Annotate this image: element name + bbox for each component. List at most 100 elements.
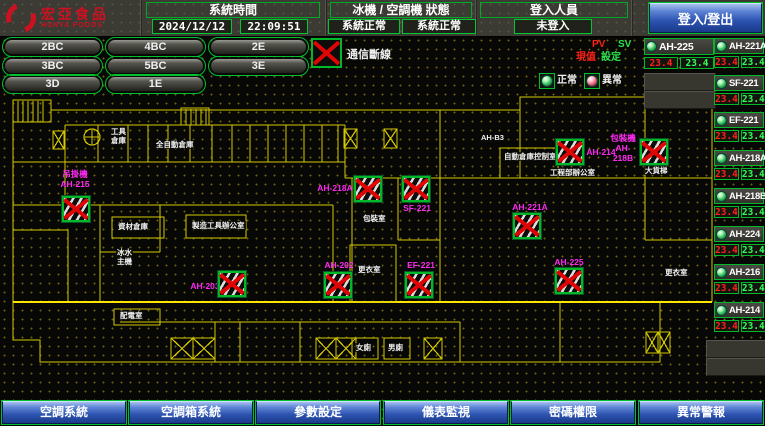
unit-status-led — [716, 115, 727, 126]
area-button-3e[interactable]: 3E — [210, 58, 307, 74]
empty-panel — [644, 73, 716, 91]
unit-panel-ah-224[interactable]: AH-224 23.423.4 — [714, 226, 764, 256]
hmi-screen: 工具 倉庫 全自動倉庫 AH-B3 自動倉庫控制室 工程部辦公室 包裝室 資材倉… — [0, 0, 765, 426]
unit-panel-ah-218b[interactable]: AH-218B 23.423.4 — [714, 188, 764, 218]
brand-logo-icon — [1, 0, 41, 38]
ahu-icon-offline[interactable] — [402, 176, 430, 202]
nav-ahu-system[interactable]: 空調箱系統 — [129, 401, 253, 424]
ahu-icon-offline[interactable] — [640, 139, 668, 165]
unit-panel-ah-225[interactable]: AH-225 23.4 23.4 — [644, 38, 714, 69]
room-label: 女廁 — [355, 343, 372, 352]
area-button-3d[interactable]: 3D — [4, 76, 101, 92]
room-label: 配電室 — [119, 311, 144, 320]
nav-hvac-system[interactable]: 空調系統 — [2, 401, 126, 424]
unit-sv-value: 23.4 — [741, 244, 765, 256]
unit-status-led — [716, 305, 727, 316]
unit-name: AH-214 — [729, 305, 760, 316]
area-button-5bc[interactable]: 5BC — [107, 58, 204, 74]
nav-parameter-setup[interactable]: 參數設定 — [256, 401, 380, 424]
unit-name: AH-218B — [729, 191, 765, 202]
ahu-icon-offline[interactable] — [556, 139, 584, 165]
unit-sv-value: 23.4 — [741, 282, 765, 294]
area-button-2bc[interactable]: 2BC — [4, 39, 101, 55]
unit-panel-ah-218a[interactable]: AH-218A 23.423.4 — [714, 150, 764, 180]
room-label: 冰水 主機 — [116, 248, 133, 266]
ahu-tag: AH-225 — [552, 258, 586, 268]
login-user-label: 登入人員 — [480, 2, 628, 18]
area-button-2e[interactable]: 2E — [210, 39, 307, 55]
unit-name: AH-221A — [729, 41, 765, 52]
unit-status-led — [716, 229, 727, 240]
nav-password-access[interactable]: 密碼權限 — [511, 401, 635, 424]
nav-meter-monitor[interactable]: 儀表監視 — [384, 401, 508, 424]
unit-pv-value: 23.4 — [714, 56, 739, 68]
header-divider — [631, 0, 633, 36]
unit-sv-value: 23.4 — [741, 168, 765, 180]
room-label: 工程部辦公室 — [549, 168, 596, 177]
area-button-1e[interactable]: 1E — [107, 76, 204, 92]
ahu-icon-offline[interactable] — [354, 176, 382, 202]
header-divider — [140, 0, 142, 36]
sv-label: SV — [618, 40, 631, 50]
brand-name-en: HUNYA FOODS — [41, 22, 109, 29]
area-button-3bc[interactable]: 3BC — [4, 58, 101, 74]
unit-status-led — [716, 267, 727, 278]
ahu-icon-offline[interactable] — [324, 272, 352, 298]
brand-name: 宏亞食品 — [41, 7, 109, 22]
unit-name: AH-216 — [729, 267, 760, 278]
header-divider — [325, 0, 327, 36]
empty-panel — [644, 91, 716, 109]
ahu-tag: AH-202 — [322, 261, 356, 271]
room-label: 包裝室 — [362, 214, 387, 223]
ahu-tag: 包裝機 AH-218B — [608, 134, 638, 163]
room-label: AH-B3 — [480, 133, 505, 142]
system-time-value: 22:09:51 — [240, 19, 308, 34]
unit-pv-value: 23.4 — [714, 168, 739, 180]
unit-sv-value: 23.4 — [741, 56, 765, 68]
ahu-icon-offline[interactable] — [62, 196, 90, 222]
unit-sv-value: 23.4 — [741, 206, 765, 218]
nav-abnormal-alarm[interactable]: 異常警報 — [639, 401, 763, 424]
room-label: 工具 倉庫 — [110, 127, 127, 145]
room-label: 男廁 — [387, 343, 404, 352]
unit-panel-ah-214[interactable]: AH-214 23.423.4 — [714, 302, 764, 332]
ahu-icon-offline[interactable] — [405, 272, 433, 298]
ahu-icon-offline[interactable] — [513, 213, 541, 239]
unit-panel-ah-221a[interactable]: AH-221A 23.423.4 — [714, 38, 764, 68]
login-logout-button[interactable]: 登入/登出 — [649, 3, 762, 33]
unit-panel-ef-221[interactable]: EF-221 23.423.4 — [714, 112, 764, 142]
ahu-icon-offline[interactable] — [555, 268, 583, 294]
unit-pv-value: 23.4 — [714, 93, 739, 105]
room-label: 更衣室 — [357, 265, 382, 274]
ahu-tag: AH-203 — [190, 282, 220, 292]
ac-status-value: 系統正常 — [402, 19, 476, 34]
room-label: 大貨梯 — [644, 166, 669, 175]
unit-panel-ah-216[interactable]: AH-216 23.423.4 — [714, 264, 764, 294]
unit-panel-sf-221[interactable]: SF-221 23.423.4 — [714, 75, 764, 105]
unit-pv-value: 23.4 — [714, 130, 739, 142]
room-label: 資材倉庫 — [117, 222, 149, 231]
unit-name: AH-218A — [729, 153, 765, 164]
area-button-4bc[interactable]: 4BC — [107, 39, 204, 55]
unit-status-led — [716, 78, 727, 89]
sv-name-label: 設定 — [601, 53, 621, 63]
unit-name: AH-225 — [659, 41, 693, 53]
normal-legend-label: 正常 — [557, 76, 577, 86]
ahu-tag-name: AH-218B — [608, 144, 638, 164]
ahu-tag-name: AH-215 — [56, 180, 94, 190]
ahu-tag: EF-221 — [404, 261, 438, 271]
empty-panel — [706, 340, 765, 358]
machine-status-label: 冰機 / 空調機 狀態 — [330, 2, 472, 18]
brand-logo: 宏亞食品 HUNYA FOODS — [6, 3, 109, 33]
chiller-status-value: 系統正常 — [328, 19, 400, 34]
room-label: 全自動倉庫 — [155, 140, 195, 149]
unit-pv-value: 23.4 — [714, 320, 739, 332]
unit-status-led — [716, 191, 727, 202]
ahu-icon-offline[interactable] — [218, 271, 246, 297]
room-label: 自動倉庫控制室 — [503, 152, 558, 161]
room-label: 製造工具辦公室 — [191, 221, 246, 230]
login-status-value: 未登入 — [514, 19, 592, 34]
unit-status-led — [716, 153, 727, 164]
normal-led — [539, 73, 555, 89]
unit-name-row: AH-225 — [644, 38, 714, 55]
